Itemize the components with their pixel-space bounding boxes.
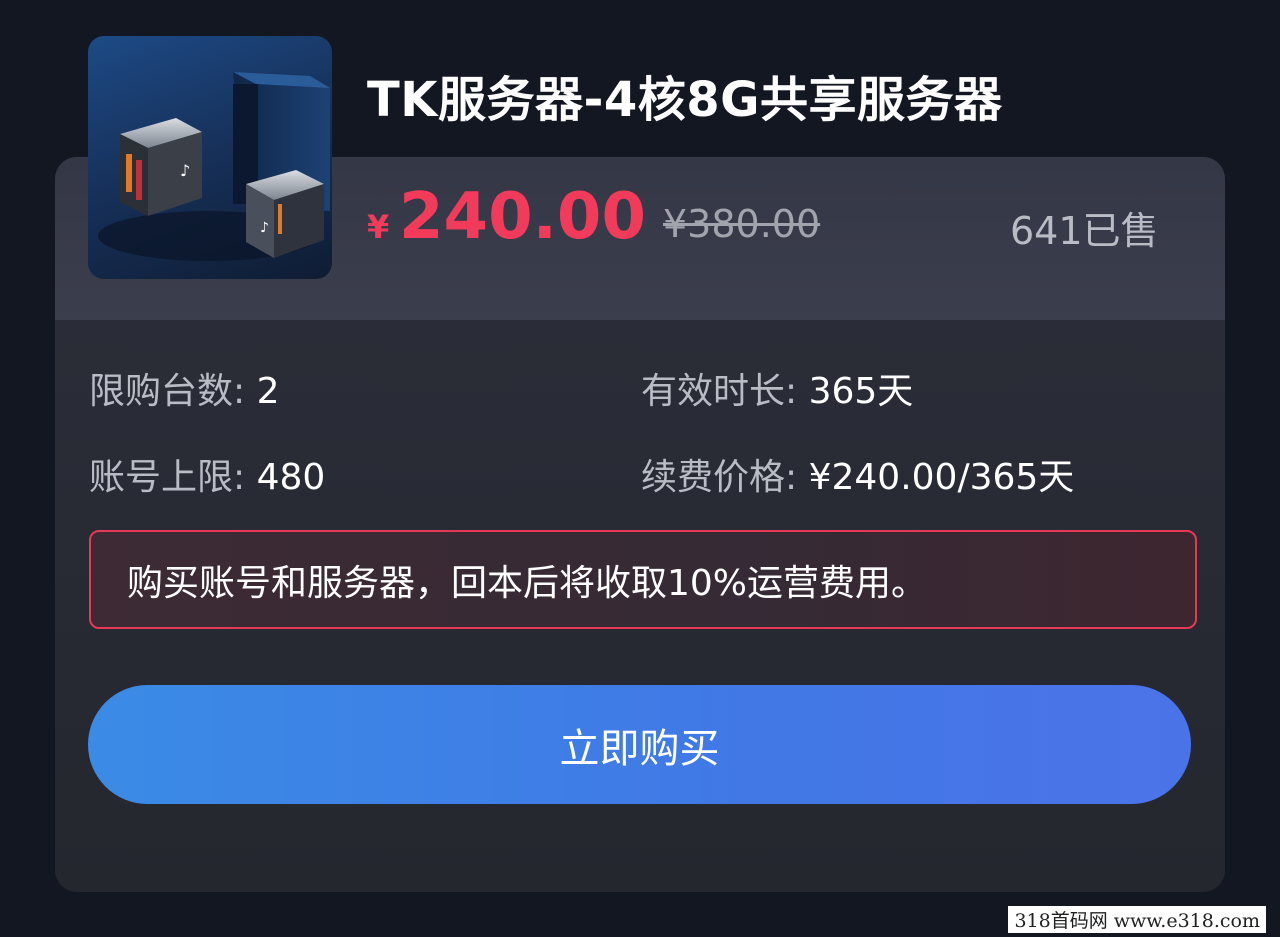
svg-text:♪: ♪ [180,161,190,180]
buy-now-button[interactable]: 立即购买 [88,685,1191,804]
account-limit: 账号上限: 480 [89,448,325,500]
current-price: 240.00 [399,180,646,254]
currency-symbol: ¥ [367,208,390,246]
purchase-limit-label: 限购台数: [89,371,257,412]
svg-text:♪: ♪ [260,220,269,236]
renewal-price-value: ¥240.00/365天 [808,457,1075,498]
account-limit-label: 账号上限: [89,457,257,498]
buy-now-label: 立即购买 [559,725,720,772]
renewal-price: 续费价格: ¥240.00/365天 [641,448,1074,500]
fee-notice-text: 购买账号和服务器，回本后将收取10%运营费用。 [127,562,928,604]
renewal-price-label: 续费价格: [641,457,809,498]
product-title: TK服务器-4核8G共享服务器 [367,72,1003,128]
product-image: ♪ ♪ [88,36,332,279]
purchase-limit: 限购台数: 2 [89,362,279,414]
valid-duration-value: 365天 [808,371,914,412]
purchase-limit-value: 2 [256,371,280,412]
valid-duration-label: 有效时长: [641,371,809,412]
valid-duration: 有效时长: 365天 [641,362,913,414]
fee-notice: 购买账号和服务器，回本后将收取10%运营费用。 [89,530,1197,629]
account-limit-value: 480 [256,457,326,498]
watermark: 318首码网 www.e318.com [1008,906,1266,933]
original-price: ¥380.00 [663,202,821,246]
sold-count: 641已售 [1010,209,1159,253]
